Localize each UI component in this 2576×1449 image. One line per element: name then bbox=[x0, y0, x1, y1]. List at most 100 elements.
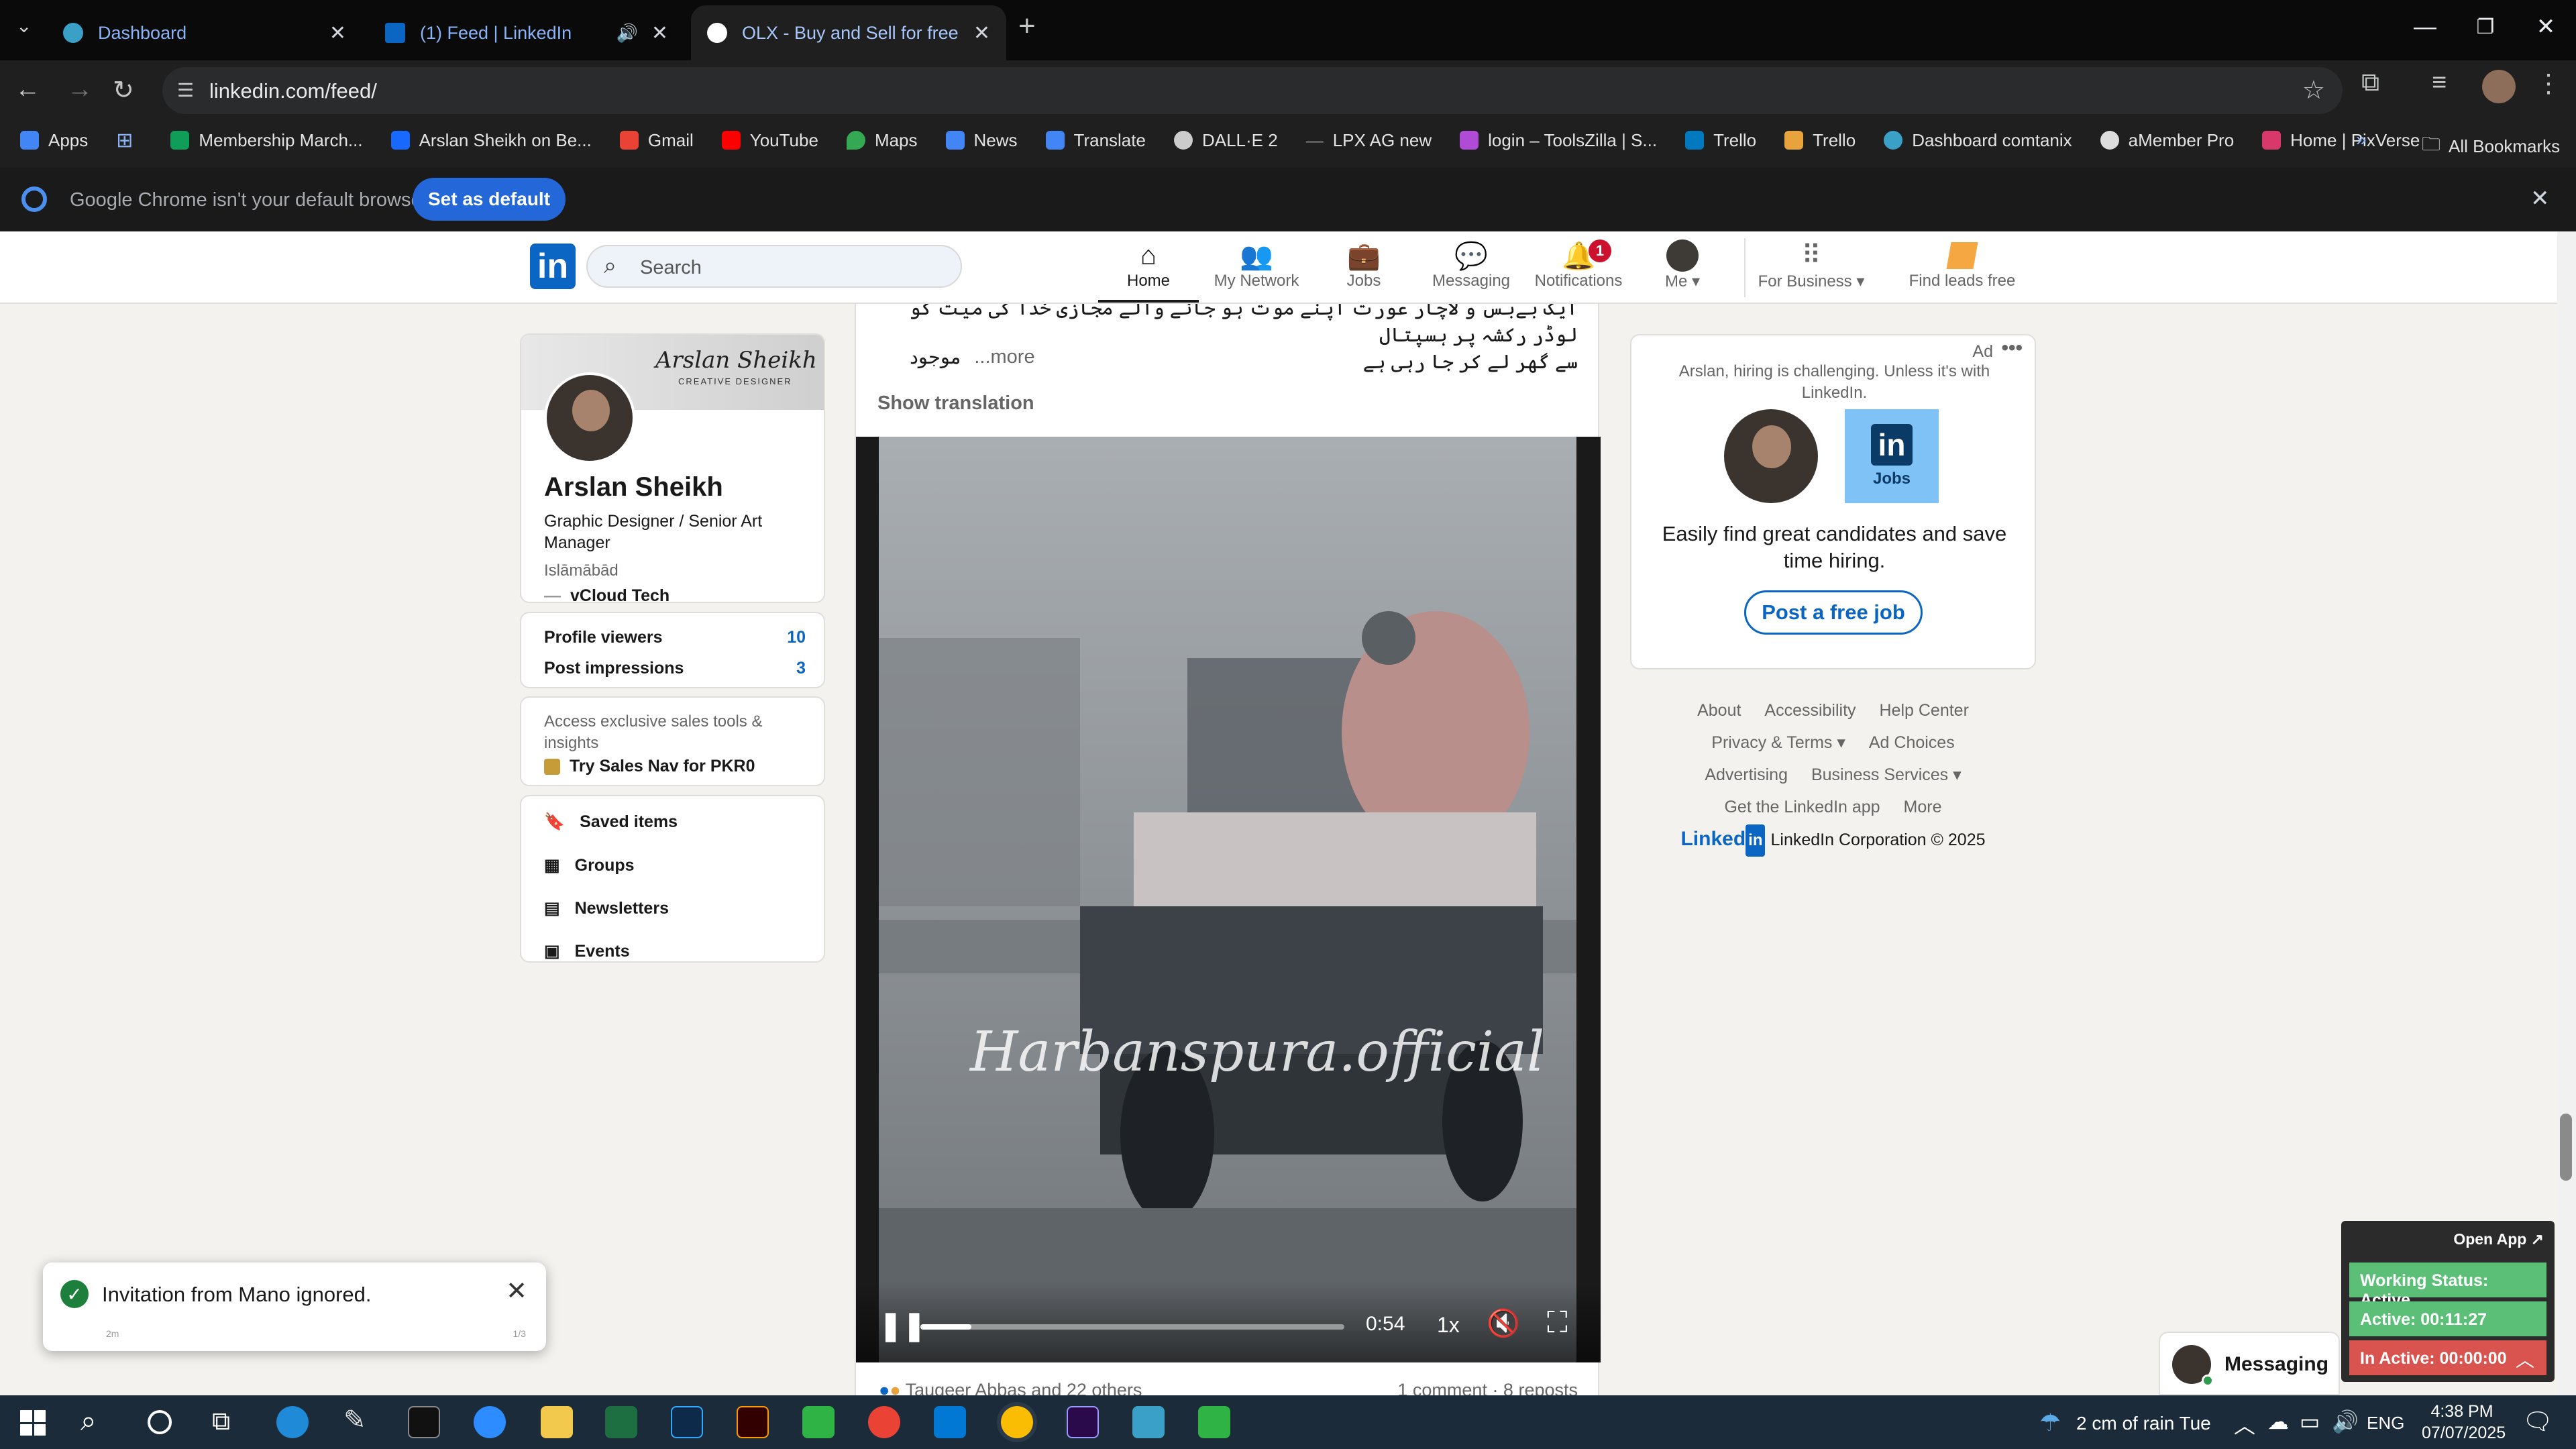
nav-me[interactable]: Me ▾ bbox=[1629, 239, 1736, 291]
mute-icon[interactable]: 🔇 bbox=[1487, 1307, 1520, 1339]
footer-link-privacy[interactable]: Privacy & Terms ▾ bbox=[1711, 733, 1845, 752]
bookmark-item[interactable]: Apps bbox=[20, 130, 88, 151]
footer-link-accessibility[interactable]: Accessibility bbox=[1764, 701, 1856, 720]
terminal-icon[interactable] bbox=[408, 1406, 440, 1438]
tab-dashboard[interactable]: Dashboard ✕ bbox=[47, 5, 362, 60]
footer-link-about[interactable]: About bbox=[1697, 701, 1741, 720]
bookmark-item[interactable]: Home | PixVerse bbox=[2262, 130, 2420, 151]
nav-for-business[interactable]: ⠿ For Business ▾ bbox=[1754, 239, 1868, 291]
bookmark-item[interactable]: ⊞ bbox=[116, 129, 142, 152]
network-icon[interactable]: ▭ bbox=[2300, 1409, 2320, 1434]
footer-link-advertising[interactable]: Advertising bbox=[1705, 765, 1788, 784]
show-translation-link[interactable]: Show translation bbox=[877, 392, 1034, 415]
video-player[interactable]: Harbanspura.official ❚❚ 0:54 1x 🔇 ⛶ bbox=[856, 437, 1601, 1362]
close-tab-icon[interactable]: ✕ bbox=[973, 21, 990, 45]
green-app-icon[interactable] bbox=[802, 1406, 835, 1438]
footer-link-business-services[interactable]: Business Services ▾ bbox=[1811, 765, 1962, 784]
green-app-icon[interactable] bbox=[1198, 1406, 1230, 1438]
playback-speed-button[interactable]: 1x bbox=[1437, 1313, 1460, 1338]
zoom-icon[interactable] bbox=[474, 1406, 506, 1438]
language-indicator[interactable]: ENG bbox=[2367, 1413, 2404, 1434]
stat-post-impressions[interactable]: Post impressions 3 bbox=[544, 659, 806, 678]
premium-link[interactable]: Try Sales Nav for PKR0 bbox=[570, 757, 755, 775]
nav-messaging[interactable]: 💬 Messaging bbox=[1414, 239, 1528, 290]
bookmark-item[interactable]: YouTube bbox=[721, 130, 818, 151]
stat-profile-viewers[interactable]: Profile viewers 10 bbox=[544, 628, 806, 647]
edge-icon[interactable] bbox=[276, 1406, 309, 1438]
groups-link[interactable]: ▦ Groups bbox=[544, 855, 635, 875]
close-infobar-icon[interactable]: ✕ bbox=[2530, 185, 2550, 212]
reactions-summary[interactable]: ●● Tauqeer Abbas and 22 others bbox=[879, 1380, 1142, 1395]
weather-icon[interactable]: ☂ bbox=[2039, 1409, 2061, 1437]
bookmark-item[interactable]: aMember Pro bbox=[2100, 130, 2234, 151]
file-explorer-icon[interactable] bbox=[541, 1406, 573, 1438]
bookmark-item[interactable]: Maps bbox=[846, 130, 918, 151]
all-bookmarks-button[interactable]: 🗀 All Bookmarks bbox=[2422, 130, 2560, 162]
nav-find-leads[interactable]: Find leads free bbox=[1898, 239, 2026, 290]
newsletters-link[interactable]: ▤ Newsletters bbox=[544, 898, 669, 918]
bookmark-item[interactable]: Gmail bbox=[619, 130, 694, 151]
profile-company[interactable]: vCloud Tech bbox=[570, 586, 669, 602]
search-input[interactable]: ⌕ Search bbox=[586, 245, 962, 288]
open-app-link[interactable]: Open App ↗ bbox=[2453, 1230, 2544, 1248]
set-as-default-button[interactable]: Set as default bbox=[413, 178, 566, 221]
bookmark-item[interactable]: login – ToolsZilla | S... bbox=[1460, 130, 1657, 151]
comment-repost-counts[interactable]: 1 comment · 8 reposts bbox=[1397, 1380, 1578, 1395]
reading-list-icon[interactable]: ≡ bbox=[2432, 68, 2447, 97]
volume-icon[interactable]: 🔊 bbox=[2332, 1409, 2359, 1434]
tray-chevron-icon[interactable]: ︿ bbox=[2234, 1409, 2255, 1440]
pen-icon[interactable]: ✎ bbox=[343, 1405, 366, 1436]
tab-linkedin[interactable]: (1) Feed | LinkedIn 🔊 ✕ bbox=[369, 5, 684, 60]
bookmark-item[interactable]: Membership March... bbox=[170, 130, 363, 151]
nav-my-network[interactable]: 👥 My Network bbox=[1199, 239, 1313, 290]
photoshop-icon[interactable] bbox=[671, 1406, 703, 1438]
audio-playing-icon[interactable]: 🔊 bbox=[616, 23, 637, 44]
close-tab-icon[interactable]: ✕ bbox=[329, 21, 346, 45]
minimize-icon[interactable]: — bbox=[2395, 0, 2455, 54]
bookmark-item[interactable]: Dashboard comtanix bbox=[1884, 130, 2072, 151]
excel-icon[interactable] bbox=[605, 1406, 637, 1438]
extensions-icon[interactable]: ⧉ bbox=[2361, 68, 2379, 97]
messaging-bar[interactable]: Messaging bbox=[2159, 1332, 2340, 1395]
more-options-icon[interactable]: ••• bbox=[2001, 337, 2023, 360]
linkedin-logo-icon[interactable]: in bbox=[530, 244, 576, 289]
new-tab-icon[interactable]: + bbox=[1018, 9, 1036, 43]
close-tab-icon[interactable]: ✕ bbox=[651, 21, 668, 45]
saved-items-link[interactable]: 🔖 Saved items bbox=[544, 812, 678, 832]
premiere-icon[interactable] bbox=[1067, 1406, 1099, 1438]
events-link[interactable]: ▣ Events bbox=[544, 941, 630, 961]
address-bar[interactable]: ☰ linkedin.com/feed/ ☆ bbox=[162, 67, 2343, 114]
footer-link-ad-choices[interactable]: Ad Choices bbox=[1869, 733, 1955, 752]
forward-icon[interactable]: → bbox=[67, 75, 93, 104]
bookmark-item[interactable]: — LPX AG new bbox=[1306, 130, 1432, 151]
nav-home[interactable]: ⌂ Home bbox=[1091, 239, 1205, 303]
app-icon[interactable] bbox=[1132, 1406, 1165, 1438]
tab-olx[interactable]: OLX - Buy and Sell for free anyw ✕ bbox=[691, 5, 1006, 60]
notifications-center-icon[interactable]: 🗨 bbox=[2522, 1407, 2553, 1436]
restore-icon[interactable]: ❐ bbox=[2455, 0, 2516, 54]
collapse-icon[interactable]: ︿ bbox=[2516, 1346, 2534, 1373]
scrollbar-thumb[interactable] bbox=[2560, 1114, 2572, 1181]
weather-text[interactable]: 2 cm of rain Tue bbox=[2076, 1413, 2211, 1434]
back-icon[interactable]: ← bbox=[15, 75, 40, 104]
more-bookmarks-icon[interactable]: » bbox=[2356, 129, 2367, 150]
nav-jobs[interactable]: 💼 Jobs bbox=[1307, 239, 1421, 290]
task-view-icon[interactable]: ⧉ bbox=[212, 1407, 230, 1436]
profile-avatar[interactable] bbox=[544, 372, 635, 464]
bookmark-item[interactable]: DALL·E 2 bbox=[1173, 130, 1278, 151]
pause-icon[interactable]: ❚❚ bbox=[879, 1309, 926, 1342]
chrome-icon[interactable] bbox=[868, 1406, 900, 1438]
bookmark-item[interactable]: Trello bbox=[1784, 130, 1856, 151]
onedrive-icon[interactable]: ☁ bbox=[2267, 1409, 2289, 1434]
footer-link-help-center[interactable]: Help Center bbox=[1880, 701, 1969, 720]
close-toast-icon[interactable]: ✕ bbox=[506, 1276, 527, 1306]
search-icon[interactable]: ⌕ bbox=[80, 1405, 97, 1438]
footer-link-get-app[interactable]: Get the LinkedIn app bbox=[1724, 798, 1880, 816]
tab-search-icon[interactable]: ⌄ bbox=[16, 15, 32, 37]
bookmark-item[interactable]: News bbox=[945, 130, 1018, 151]
premium-card[interactable]: Access exclusive sales tools & insights … bbox=[520, 696, 825, 786]
page-scrollbar[interactable] bbox=[2557, 231, 2576, 1395]
video-progress-bar[interactable] bbox=[920, 1324, 1344, 1330]
site-info-icon[interactable]: ☰ bbox=[177, 79, 194, 101]
bookmark-item[interactable]: Translate bbox=[1045, 130, 1146, 151]
